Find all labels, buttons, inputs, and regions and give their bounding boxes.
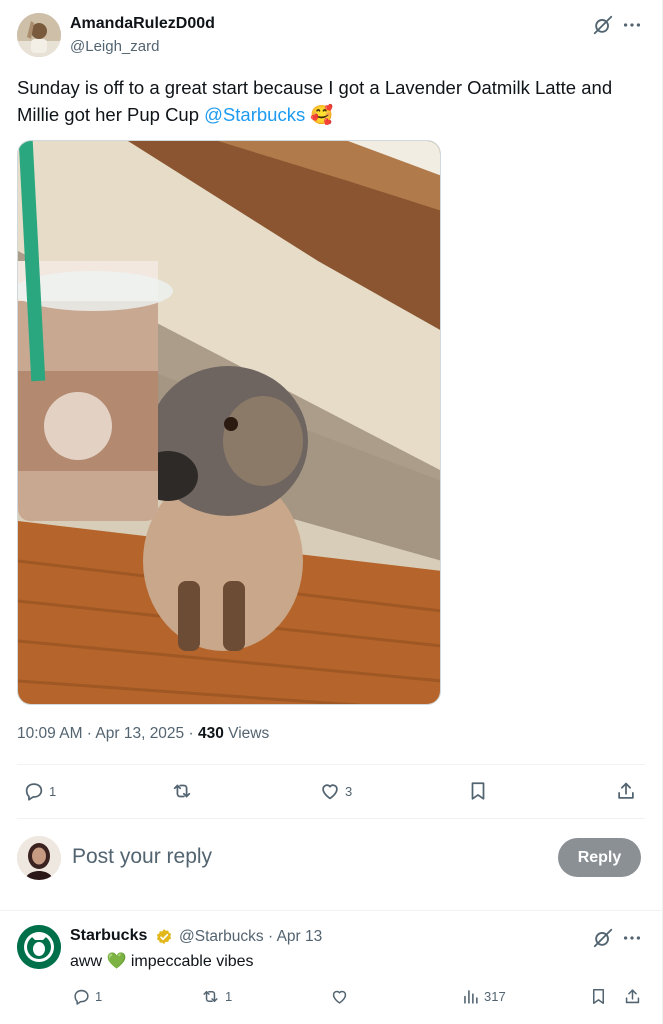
reply-icon	[25, 783, 43, 801]
bookmark-icon	[471, 782, 485, 800]
post-detail-view: AmandaRulezD00d @Leigh_zard Sunday is of…	[0, 0, 663, 1024]
views-icon	[464, 990, 478, 1004]
starbucks-avatar[interactable]	[17, 925, 61, 969]
reply-repost-count: 1	[225, 989, 233, 1004]
reply-button[interactable]: Reply	[558, 838, 641, 877]
repost-action[interactable]	[170, 780, 198, 802]
reply-count: 1	[49, 783, 57, 799]
mention-link[interactable]: @Starbucks	[204, 104, 305, 125]
reply-text-start: aww	[70, 953, 107, 970]
bookmark-icon	[592, 989, 605, 1004]
reply-input[interactable]: Post your reply	[72, 845, 212, 869]
share-icon	[618, 782, 634, 799]
bookmark-action[interactable]	[467, 780, 489, 802]
section-divider	[0, 910, 662, 911]
share-action[interactable]	[615, 780, 637, 802]
tweet-timestamp[interactable]: 10:09 AM · Apr 13, 2025 ·	[17, 725, 198, 742]
reply-action[interactable]: 1	[23, 780, 56, 802]
reply-text-end: impeccable vibes	[126, 953, 254, 970]
reply-emoji: 💚	[106, 953, 127, 970]
reply-text: aww 💚 impeccable vibes	[70, 951, 254, 971]
author-handle[interactable]: @Leigh_zard	[70, 38, 159, 55]
tweet-emoji: 🥰	[310, 104, 334, 125]
tweet-meta: 10:09 AM · Apr 13, 2025 · 430 Views	[17, 725, 269, 743]
reply-handle-date[interactable]: @Starbucks · Apr 13	[179, 928, 322, 946]
reply-repost-action[interactable]: 1	[200, 987, 232, 1006]
repost-icon	[173, 784, 191, 798]
reply-author-name[interactable]: Starbucks	[70, 927, 147, 945]
tweet-photo[interactable]	[17, 140, 441, 705]
reply-views-action[interactable]: 317	[461, 987, 506, 1006]
current-user-avatar[interactable]	[17, 836, 61, 880]
author-avatar[interactable]	[17, 13, 61, 57]
like-action[interactable]: 3	[319, 780, 352, 802]
reply-like-action[interactable]	[330, 987, 353, 1006]
reply-share-action[interactable]	[623, 987, 642, 1006]
divider	[17, 818, 645, 819]
tweet-text: Sunday is off to a great start because I…	[17, 74, 647, 128]
grok-icon[interactable]	[592, 927, 614, 949]
reply-views-count: 317	[484, 989, 506, 1004]
divider	[17, 764, 645, 765]
like-icon	[332, 990, 347, 1004]
more-icon[interactable]	[621, 927, 643, 949]
reply-bookmark-action[interactable]	[589, 987, 608, 1006]
like-count: 3	[345, 783, 353, 799]
reply-reply-count: 1	[95, 989, 103, 1004]
reply-icon	[74, 989, 89, 1005]
share-icon	[625, 989, 640, 1004]
views-label: Views	[223, 725, 270, 742]
like-icon	[322, 784, 338, 800]
author-name[interactable]: AmandaRulezD00d	[70, 15, 215, 33]
grok-icon[interactable]	[592, 14, 614, 36]
reply-author-name-text: Starbucks	[70, 927, 148, 944]
verified-badge-icon[interactable]	[155, 928, 173, 946]
reply-reply-action[interactable]: 1	[72, 987, 102, 1006]
more-icon[interactable]	[621, 14, 643, 36]
repost-icon	[203, 990, 218, 1003]
views-count: 430	[197, 725, 224, 742]
